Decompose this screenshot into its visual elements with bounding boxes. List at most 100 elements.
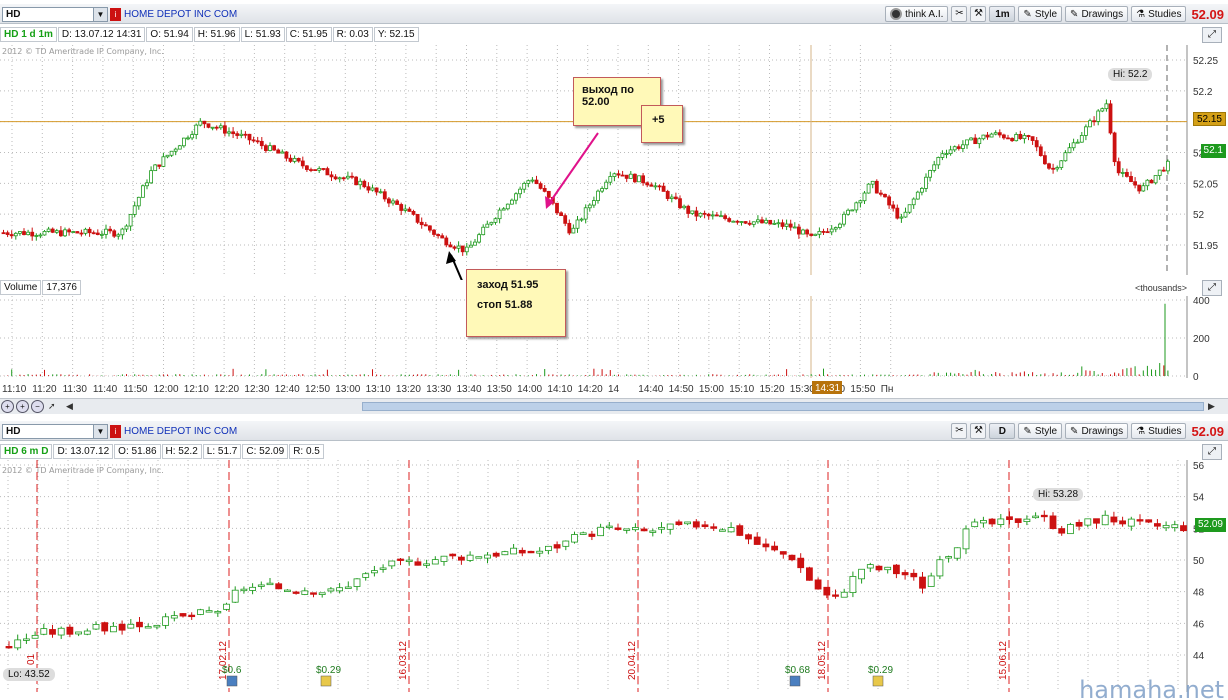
info-date: D: 13.07.12 14:31 (57, 27, 146, 42)
think-ai-button[interactable]: think A.I. (885, 6, 949, 22)
candle (518, 549, 526, 554)
zoom-out-icon[interactable]: − (31, 400, 44, 413)
scroll-left-icon[interactable]: ◀ (66, 401, 73, 412)
brush-icon: ✎ (1023, 8, 1032, 20)
scissors-icon[interactable]: ✂ (951, 423, 968, 439)
horizontal-scrollbar[interactable]: + + − ➚ ◀ ▶ (0, 398, 1228, 414)
candle (980, 520, 987, 524)
candle (637, 175, 641, 183)
zoom-in-icon[interactable]: + (16, 400, 29, 413)
time-tick: 13:40 (457, 384, 482, 395)
wrench-icon[interactable]: ⚒ (970, 423, 987, 439)
pan-icon[interactable]: + (1, 400, 14, 413)
chevron-down-icon[interactable]: ▼ (93, 425, 107, 438)
candle (448, 244, 453, 248)
flag-icon[interactable]: i (110, 8, 121, 21)
time-tick: 15:50 (850, 384, 875, 395)
candle (432, 229, 436, 235)
candle (492, 552, 500, 557)
hi-label: Hi: 53.28 (1033, 488, 1084, 501)
style-button[interactable]: ✎ Style (1018, 423, 1063, 439)
maximize-icon[interactable]: ⤢ (1202, 280, 1222, 296)
candle (239, 133, 244, 136)
price-tick: 44 (1193, 651, 1205, 662)
candle (1079, 135, 1084, 143)
candle (341, 177, 346, 180)
candle (205, 610, 213, 613)
candle (977, 138, 982, 145)
candle (190, 134, 195, 139)
studies-button[interactable]: ⚗ Studies (1131, 6, 1187, 22)
candle (674, 196, 678, 200)
candle (901, 572, 909, 576)
candle (128, 213, 133, 227)
candle (719, 215, 723, 218)
aggregation-button[interactable]: D (989, 423, 1016, 439)
candle (658, 527, 665, 530)
bottom-symbol-input[interactable]: HD ▼ (2, 424, 108, 439)
candle (710, 526, 718, 529)
maximize-icon[interactable]: ⤢ (1202, 27, 1222, 43)
candle (973, 137, 978, 145)
candle (378, 191, 383, 194)
chart-label: HD 6 m D (0, 444, 53, 459)
candle (1030, 136, 1035, 141)
maximize-icon[interactable]: ⤢ (1202, 444, 1222, 460)
candle (814, 579, 822, 590)
info-range: R: 0.03 (332, 27, 373, 42)
candle (669, 196, 674, 199)
candle (457, 556, 465, 561)
price-tick: 50 (1193, 556, 1205, 567)
candle (196, 609, 204, 615)
candle (874, 180, 879, 194)
cursor-icon[interactable]: ➚ (48, 401, 56, 412)
candle (899, 216, 904, 219)
candle (283, 589, 291, 592)
candle (374, 187, 379, 193)
aggregation-button[interactable]: 1m (989, 6, 1016, 22)
chart-label: HD 1 d 1m (0, 27, 57, 42)
candle (83, 228, 88, 234)
candle (522, 182, 527, 190)
scissors-icon[interactable]: ✂ (951, 6, 968, 22)
studies-button[interactable]: ⚗ Studies (1131, 423, 1187, 439)
candle (1161, 169, 1166, 172)
drawings-button[interactable]: ✎ Drawings (1065, 423, 1129, 439)
info-low: L: 51.7 (202, 444, 242, 459)
candle (22, 231, 26, 236)
candle (608, 176, 613, 183)
candle (583, 207, 588, 220)
drawings-button[interactable]: ✎ Drawings (1065, 6, 1129, 22)
candle (801, 229, 805, 235)
candle (546, 190, 551, 198)
candle (456, 245, 461, 249)
volume-chart: 400 200 0 11:10 11:20 11:30 11:40 11:50 12:00 12:… (0, 296, 1210, 395)
candle (596, 190, 600, 201)
candle (423, 563, 431, 566)
candle (67, 229, 71, 233)
candle (1071, 142, 1076, 149)
candle (112, 230, 117, 237)
candle (1075, 521, 1083, 527)
time-tick: 12:20 (214, 384, 239, 395)
candle (657, 185, 662, 188)
candle (727, 218, 732, 222)
price-tick: 54 (1193, 493, 1205, 504)
info-close: C: 52.09 (242, 444, 289, 459)
style-button[interactable]: ✎ Style (1018, 6, 1063, 22)
wrench-icon[interactable]: ⚒ (970, 6, 987, 22)
chevron-down-icon[interactable]: ▼ (93, 8, 107, 21)
candle (678, 198, 682, 209)
scroll-right-icon[interactable]: ▶ (1208, 401, 1215, 412)
candle (79, 232, 84, 235)
candle (336, 587, 344, 592)
candle (1014, 133, 1019, 142)
flag-icon[interactable]: i (110, 425, 121, 438)
candle (862, 192, 867, 202)
candle (1032, 515, 1039, 519)
scroll-thumb[interactable] (362, 402, 1204, 411)
top-symbol-input[interactable]: HD ▼ (2, 7, 108, 22)
candle (940, 153, 945, 158)
candle (218, 125, 223, 129)
pencil-icon: ✎ (1070, 425, 1079, 437)
